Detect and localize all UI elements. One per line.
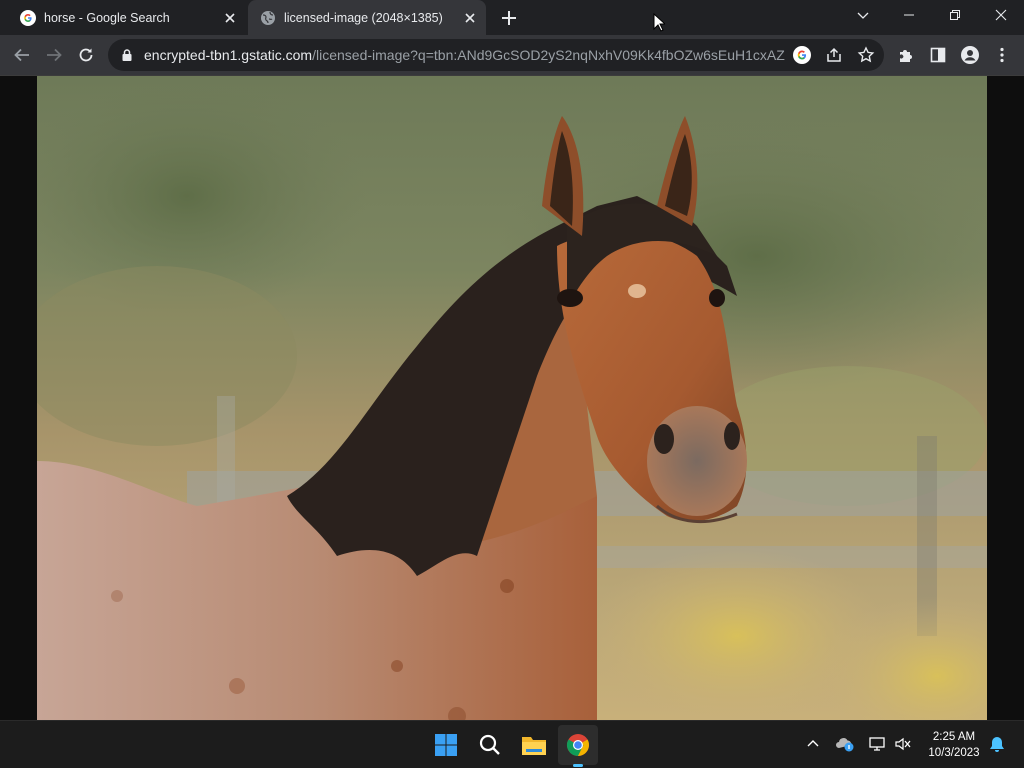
tab-licensed-image[interactable]: licensed-image (2048×1385) [248, 0, 486, 35]
tab-google-search[interactable]: horse - Google Search [8, 0, 246, 35]
show-hidden-icons-button[interactable] [802, 733, 824, 755]
network-icon [869, 737, 885, 751]
network-tray-button[interactable] [866, 733, 888, 755]
browser-window: horse - Google Search licensed-image (20… [0, 0, 1024, 720]
share-button[interactable] [818, 39, 850, 71]
url-path: /licensed-image?q=tbn:ANd9GcSOD2yS2nqNxh… [312, 47, 786, 63]
google-g-icon [793, 46, 811, 64]
close-icon [995, 9, 1007, 21]
extensions-button[interactable] [892, 41, 920, 69]
chrome-taskbar-button[interactable] [558, 725, 598, 765]
star-icon [857, 46, 875, 63]
close-tab-icon[interactable] [462, 10, 478, 26]
mouse-cursor-icon [653, 13, 665, 32]
active-app-indicator [573, 764, 583, 767]
minimize-icon [904, 14, 914, 16]
clock[interactable]: 2:25 AM 10/3/2023 [920, 729, 988, 761]
new-tab-icon[interactable] [497, 6, 521, 30]
speaker-muted-icon [895, 737, 911, 751]
reload-icon [79, 48, 93, 62]
clock-date: 10/3/2023 [928, 747, 980, 759]
chevron-up-icon [807, 740, 819, 747]
notifications-button[interactable] [986, 733, 1008, 755]
windows-start-icon [435, 734, 457, 756]
restore-button[interactable] [932, 0, 978, 30]
minimize-button[interactable] [886, 0, 932, 30]
tab-title: horse - Google Search [44, 10, 170, 25]
profile-button[interactable] [956, 41, 984, 69]
forward-button[interactable] [40, 41, 68, 69]
start-button[interactable] [426, 725, 466, 765]
onedrive-tray-button[interactable] [834, 733, 856, 755]
chrome-icon [567, 734, 589, 756]
puzzle-icon [900, 50, 912, 62]
back-arrow-icon [14, 48, 29, 62]
volume-tray-button[interactable] [892, 733, 914, 755]
file-explorer-button[interactable] [514, 725, 554, 765]
back-button[interactable] [8, 41, 36, 69]
bookmark-button[interactable] [850, 39, 882, 71]
tab-search-button[interactable] [840, 0, 886, 30]
tab-title: licensed-image (2048×1385) [284, 10, 443, 25]
address-bar[interactable]: encrypted-tbn1.gstatic.com/licensed-imag… [108, 39, 884, 71]
clock-time: 2:25 AM [932, 731, 976, 743]
close-window-button[interactable] [978, 0, 1024, 30]
menu-button[interactable] [988, 41, 1016, 69]
google-g-icon [20, 9, 36, 26]
google-lens-button[interactable] [786, 39, 818, 71]
globe-icon [261, 10, 275, 25]
side-panel-icon [930, 47, 946, 63]
chevron-down-icon [857, 12, 869, 19]
taskbar: 2:25 AM 10/3/2023 [0, 720, 1024, 768]
kebab-menu-icon [1000, 47, 1004, 63]
tab-strip: horse - Google Search licensed-image (20… [0, 0, 1024, 35]
taskbar-search-button[interactable] [470, 725, 510, 765]
url-text[interactable]: encrypted-tbn1.gstatic.com/licensed-imag… [144, 47, 786, 63]
close-tab-icon[interactable] [222, 10, 238, 26]
share-icon [827, 47, 841, 62]
profile-icon [961, 46, 979, 64]
browser-toolbar: encrypted-tbn1.gstatic.com/licensed-imag… [0, 35, 1024, 76]
search-icon [479, 734, 500, 755]
forward-arrow-icon [47, 48, 62, 62]
reload-button[interactable] [72, 41, 100, 69]
bell-icon [990, 737, 1004, 752]
page-content [0, 76, 1024, 720]
url-host: encrypted-tbn1.gstatic.com [144, 47, 313, 63]
restore-icon [950, 10, 960, 20]
cloud-info-icon [836, 738, 854, 752]
lock-icon[interactable] [120, 48, 134, 62]
horse-photo[interactable] [37, 76, 987, 720]
file-explorer-icon [522, 737, 546, 755]
side-panel-button[interactable] [924, 41, 952, 69]
